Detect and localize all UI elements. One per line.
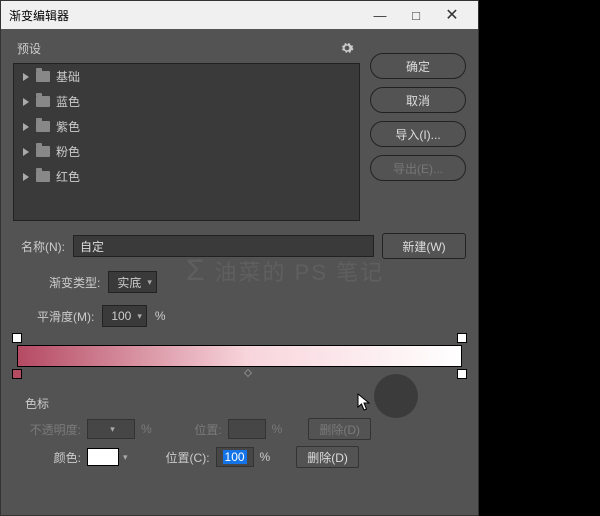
preset-folder[interactable]: 红色	[14, 164, 359, 189]
opacity-input: ▾	[87, 419, 135, 439]
color-swatch[interactable]	[87, 448, 119, 466]
chevron-right-icon	[22, 173, 30, 181]
window-title: 渐变编辑器	[9, 7, 362, 24]
folder-label: 红色	[56, 168, 80, 185]
opacity-label: 不透明度:	[19, 421, 81, 438]
gradient-type-label: 渐变类型:	[49, 274, 100, 291]
import-button[interactable]: 导入(I)...	[370, 121, 466, 147]
smoothness-input[interactable]: 100▾	[102, 305, 147, 327]
export-button: 导出(E)...	[370, 155, 466, 181]
folder-label: 紫色	[56, 118, 80, 135]
presets-label: 预设	[17, 40, 41, 57]
gradient-bar[interactable]	[17, 345, 462, 367]
delete-color-button[interactable]: 删除(D)	[296, 446, 359, 468]
smoothness-label: 平滑度(M):	[37, 308, 94, 325]
folder-label: 基础	[56, 68, 80, 85]
new-button[interactable]: 新建(W)	[382, 233, 466, 259]
chevron-right-icon	[22, 148, 30, 156]
gradient-editor-window: 渐变编辑器 — □ ✕ 预设 基础蓝色紫色粉色红色 确定 取消 导入(I)...…	[0, 0, 479, 516]
cancel-button[interactable]: 取消	[370, 87, 466, 113]
folder-label: 粉色	[56, 143, 80, 160]
stops-section-label: 色标	[25, 395, 466, 412]
chevron-right-icon	[22, 123, 30, 131]
preset-folder[interactable]: 紫色	[14, 114, 359, 139]
minimize-button[interactable]: —	[362, 1, 398, 29]
folder-label: 蓝色	[56, 93, 80, 110]
gear-icon[interactable]	[338, 39, 356, 57]
preset-list[interactable]: 基础蓝色紫色粉色红色	[13, 63, 360, 221]
position-label: 位置:	[182, 421, 222, 438]
name-input[interactable]: 自定	[73, 235, 374, 257]
folder-icon	[36, 121, 50, 132]
folder-icon	[36, 146, 50, 157]
folder-icon	[36, 96, 50, 107]
chevron-right-icon	[22, 73, 30, 81]
percent-label: %	[155, 309, 166, 323]
color-label: 颜色:	[19, 449, 81, 466]
opacity-stop-right[interactable]	[457, 333, 467, 343]
color-stop-left[interactable]	[12, 369, 22, 379]
midpoint-handle[interactable]	[244, 369, 252, 377]
delete-opacity-button: 删除(D)	[308, 418, 371, 440]
maximize-button[interactable]: □	[398, 1, 434, 29]
preset-folder[interactable]: 基础	[14, 64, 359, 89]
preset-folder[interactable]: 粉色	[14, 139, 359, 164]
folder-icon	[36, 171, 50, 182]
close-button[interactable]: ✕	[434, 1, 470, 29]
opacity-position-input	[228, 419, 266, 439]
gradient-type-select[interactable]: 实底▾	[108, 271, 157, 293]
folder-icon	[36, 71, 50, 82]
color-position-label: 位置(C):	[158, 449, 210, 466]
name-label: 名称(N):	[13, 238, 65, 255]
color-dropdown-icon[interactable]: ▾	[123, 452, 128, 463]
color-stop-right[interactable]	[457, 369, 467, 379]
ok-button[interactable]: 确定	[370, 53, 466, 79]
opacity-stop-left[interactable]	[12, 333, 22, 343]
chevron-right-icon	[22, 98, 30, 106]
color-position-input[interactable]: 100	[216, 447, 254, 467]
titlebar[interactable]: 渐变编辑器 — □ ✕	[1, 1, 478, 29]
preset-folder[interactable]: 蓝色	[14, 89, 359, 114]
